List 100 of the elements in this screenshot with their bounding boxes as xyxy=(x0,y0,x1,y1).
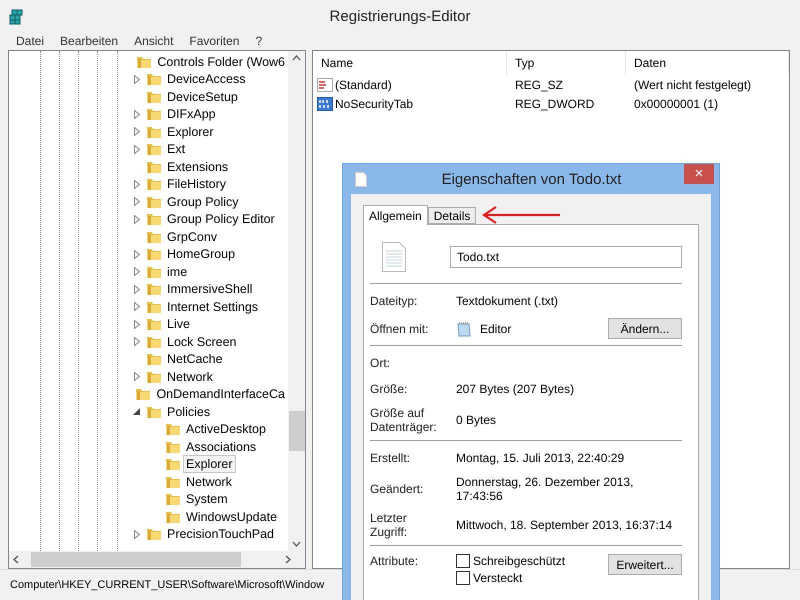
expand-arrow-icon[interactable] xyxy=(134,337,140,346)
collapse-arrow-icon[interactable] xyxy=(133,408,140,416)
tree-item[interactable]: ime xyxy=(164,262,190,281)
value-type: REG_SZ xyxy=(514,78,564,92)
scroll-right-icon[interactable] xyxy=(285,555,291,564)
string-value-icon xyxy=(317,76,333,92)
tree-item[interactable]: ActiveDesktop xyxy=(183,420,269,438)
expand-arrow-icon[interactable] xyxy=(134,372,140,382)
menu-item[interactable]: Datei xyxy=(8,32,52,50)
tree-item[interactable]: OnDemandInterfaceCa xyxy=(153,385,288,404)
value-name[interactable]: NoSecurityTab xyxy=(335,96,414,110)
folder-icon xyxy=(146,141,162,158)
tree-item[interactable]: Policies xyxy=(164,402,214,421)
tree-item[interactable]: Network xyxy=(164,368,216,386)
tree-item[interactable]: DeviceAccess xyxy=(164,70,248,88)
scroll-thumb[interactable] xyxy=(288,411,304,451)
tree-item[interactable]: NetCache xyxy=(164,350,226,368)
vertical-scrollbar[interactable] xyxy=(288,51,305,551)
checkbox[interactable] xyxy=(456,571,470,585)
tab[interactable]: Details xyxy=(428,207,476,224)
expand-arrow-icon[interactable] xyxy=(134,214,140,224)
tree-item[interactable]: DeviceSetup xyxy=(164,88,241,106)
column-header[interactable]: Daten xyxy=(626,51,789,75)
folder-icon xyxy=(146,351,162,368)
tree-item[interactable]: GrpConv xyxy=(164,228,220,246)
field-value: Textdokument (.txt) xyxy=(456,294,558,308)
document-icon xyxy=(355,172,367,186)
tree-item[interactable]: HomeGroup xyxy=(164,245,238,264)
expand-arrow-icon[interactable] xyxy=(134,110,140,119)
expand-arrow-icon[interactable] xyxy=(134,144,140,154)
tree-item[interactable]: Live xyxy=(164,315,193,334)
tree-item[interactable]: Controls Folder (Wow6 xyxy=(154,52,288,71)
tree-item[interactable]: Group Policy xyxy=(164,192,242,211)
horizontal-scrollbar[interactable] xyxy=(9,551,305,568)
folder-icon xyxy=(146,176,162,192)
change-button[interactable]: Ändern... xyxy=(608,318,682,339)
tree-item[interactable]: PrecisionTouchPad xyxy=(164,525,278,544)
expand-arrow-icon[interactable] xyxy=(134,284,140,294)
field-label: Größe auf Datenträger: xyxy=(370,406,438,434)
tree-item[interactable]: FileHistory xyxy=(164,175,230,194)
dialog-title: Eigenschaften von Todo.txt xyxy=(440,170,622,188)
tree-item[interactable]: ImmersiveShell xyxy=(164,280,256,298)
field-value: 207 Bytes (207 Bytes) xyxy=(456,382,574,396)
expand-arrow-icon[interactable] xyxy=(134,74,140,84)
window-title: Registrierungs-Editor xyxy=(328,8,472,24)
advanced-button[interactable]: Erweitert... xyxy=(608,554,682,575)
value-data: (Wert nicht festgelegt) xyxy=(633,78,752,92)
value-name[interactable]: (Standard) xyxy=(335,78,392,92)
expand-arrow-icon[interactable] xyxy=(134,197,140,206)
tree-item[interactable]: Explorer xyxy=(183,455,236,474)
tree-item[interactable]: Ext xyxy=(164,140,188,158)
folder-icon xyxy=(165,421,181,438)
column-header[interactable]: Typ xyxy=(507,51,626,75)
expand-arrow-icon[interactable] xyxy=(134,267,140,276)
menu-item[interactable]: ? xyxy=(247,32,270,50)
field-label: Geändert: xyxy=(370,482,424,496)
scroll-thumb[interactable] xyxy=(31,552,241,567)
tree-item[interactable]: Explorer xyxy=(164,122,217,141)
expand-arrow-icon[interactable] xyxy=(134,180,140,189)
tree-item[interactable]: Extensions xyxy=(164,158,232,176)
file-name-field[interactable]: Todo.txt xyxy=(450,246,682,268)
field-label: Öffnen mit: xyxy=(370,322,430,336)
scroll-down-icon[interactable] xyxy=(292,541,301,547)
folder-icon xyxy=(146,211,162,228)
folder-icon xyxy=(165,456,181,472)
scroll-left-icon[interactable] xyxy=(13,555,19,564)
column-header[interactable]: Name xyxy=(313,51,507,75)
field-label: Dateityp: xyxy=(370,294,418,308)
field-value: Donnerstag, 26. Dezember 2013, 17:43:56 xyxy=(456,475,634,503)
expand-arrow-icon[interactable] xyxy=(134,127,140,136)
tab[interactable]: Allgemein xyxy=(363,205,428,225)
tree-item[interactable]: WindowsUpdate xyxy=(183,508,280,526)
tree-item[interactable]: DIFxApp xyxy=(164,105,219,124)
tree-item[interactable]: Lock Screen xyxy=(164,332,240,351)
tree-item[interactable]: Network xyxy=(183,472,235,491)
expand-arrow-icon[interactable] xyxy=(134,302,140,312)
tree-item[interactable]: System xyxy=(183,490,231,508)
text-file-icon xyxy=(382,242,406,272)
menu-item[interactable]: Favoriten xyxy=(181,32,248,50)
close-button[interactable]: × xyxy=(684,164,714,184)
tree-item[interactable]: Group Policy Editor xyxy=(164,210,278,228)
expand-arrow-icon[interactable] xyxy=(134,250,140,259)
value-type: REG_DWORD xyxy=(514,96,596,110)
menu-item[interactable]: Bearbeiten xyxy=(52,32,126,50)
expand-arrow-icon[interactable] xyxy=(134,320,140,329)
field-label: Größe: xyxy=(370,382,408,396)
expand-arrow-icon[interactable] xyxy=(134,530,140,539)
field-label: Ort: xyxy=(370,356,391,370)
menu-item[interactable]: Ansicht xyxy=(126,32,182,50)
field-label: Erstellt: xyxy=(370,451,412,465)
folder-icon xyxy=(146,281,162,298)
field-value: Editor xyxy=(480,322,512,336)
field-value: 0 Bytes xyxy=(456,413,496,427)
checkbox[interactable] xyxy=(456,554,470,568)
tree-item[interactable]: Associations xyxy=(183,438,260,456)
folder-icon xyxy=(146,246,162,262)
status-path: Computer\HKEY_CURRENT_USER\Software\Microsoft\Window xyxy=(10,579,324,591)
tree-item[interactable]: Internet Settings xyxy=(164,298,262,316)
scroll-up-icon[interactable] xyxy=(292,55,301,61)
checkbox-label: Schreibgeschützt xyxy=(473,554,566,568)
